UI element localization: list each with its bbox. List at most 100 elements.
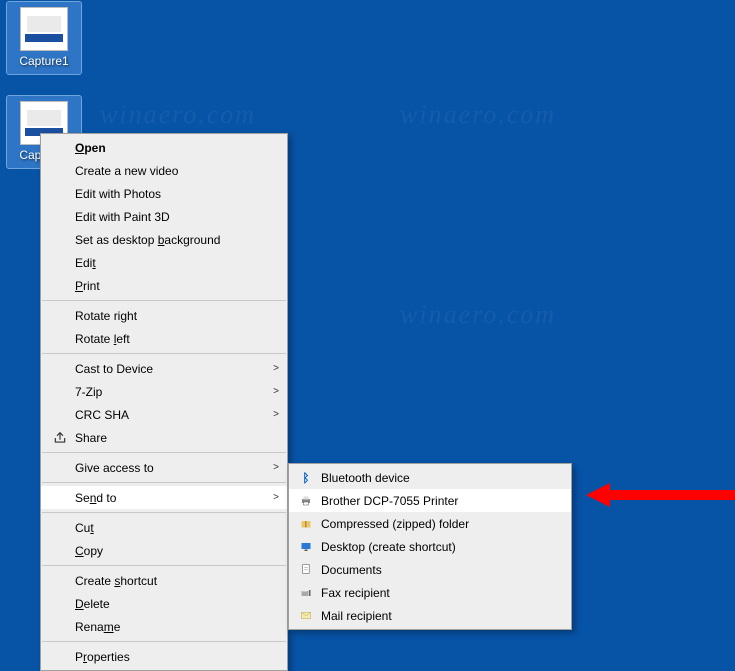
watermark: winaero.com <box>400 100 556 130</box>
annotation-arrow <box>586 483 735 507</box>
menu-item[interactable]: Give access to > <box>41 456 287 479</box>
submenu-arrow-icon: > <box>273 386 279 397</box>
menu-item-label: Open <box>71 141 267 155</box>
submenu-item[interactable]: Mail recipient <box>289 604 571 627</box>
submenu-arrow-icon: > <box>273 462 279 473</box>
menu-item-label: CRC SHA <box>71 408 267 422</box>
menu-item-label: Create a new video <box>71 164 267 178</box>
blank-icon <box>49 619 71 635</box>
submenu-item[interactable]: Desktop (create shortcut) <box>289 535 571 558</box>
blank-icon <box>49 573 71 589</box>
menu-item-label: Rotate right <box>71 309 267 323</box>
printer-icon <box>295 493 317 509</box>
menu-item-label: Set as desktop background <box>71 233 267 247</box>
menu-item-label: Copy <box>71 544 267 558</box>
submenu-item-label: Mail recipient <box>317 609 553 623</box>
blank-icon <box>49 460 71 476</box>
blank-icon <box>49 331 71 347</box>
blank-icon <box>49 543 71 559</box>
blank-icon <box>49 255 71 271</box>
menu-separator <box>42 512 286 513</box>
blank-icon <box>49 596 71 612</box>
fax-icon <box>295 585 317 601</box>
menu-item[interactable]: Delete <box>41 592 287 615</box>
submenu-item[interactable]: ᛒBluetooth device <box>289 466 571 489</box>
blank-icon <box>49 140 71 156</box>
menu-item-label: Rename <box>71 620 267 634</box>
menu-item-label: Give access to <box>71 461 267 475</box>
bluetooth-icon: ᛒ <box>295 470 317 486</box>
desktop-icon <box>295 539 317 555</box>
arrow-shaft <box>610 490 735 500</box>
menu-item[interactable]: Edit with Photos <box>41 182 287 205</box>
zip-icon <box>295 516 317 532</box>
docs-icon <box>295 562 317 578</box>
blank-icon <box>49 209 71 225</box>
menu-item[interactable]: Open <box>41 136 287 159</box>
menu-item[interactable]: Send to> <box>41 486 287 509</box>
submenu-item[interactable]: Compressed (zipped) folder <box>289 512 571 535</box>
blank-icon <box>49 490 71 506</box>
blank-icon <box>49 308 71 324</box>
menu-item[interactable]: Print <box>41 274 287 297</box>
menu-item-label: Create shortcut <box>71 574 267 588</box>
menu-item[interactable]: Set as desktop background <box>41 228 287 251</box>
menu-item[interactable]: Create a new video <box>41 159 287 182</box>
submenu-arrow-icon: > <box>273 363 279 374</box>
menu-item[interactable]: Copy <box>41 539 287 562</box>
image-thumbnail-icon <box>21 8 67 50</box>
menu-item[interactable]: Create shortcut <box>41 569 287 592</box>
menu-item-label: 7-Zip <box>71 385 267 399</box>
menu-item-label: Edit with Paint 3D <box>71 210 267 224</box>
submenu-item-label: Bluetooth device <box>317 471 553 485</box>
desktop-icon-capture1[interactable]: Capture1 <box>7 2 81 74</box>
menu-separator <box>42 482 286 483</box>
blank-icon <box>49 649 71 665</box>
blank-icon <box>49 520 71 536</box>
menu-item[interactable]: Cut <box>41 516 287 539</box>
submenu-item[interactable]: Documents <box>289 558 571 581</box>
menu-item[interactable]: Edit with Paint 3D <box>41 205 287 228</box>
menu-item[interactable]: 7-Zip > <box>41 380 287 403</box>
menu-separator <box>42 300 286 301</box>
menu-separator <box>42 353 286 354</box>
menu-separator <box>42 452 286 453</box>
menu-item-label: Edit <box>71 256 267 270</box>
menu-item[interactable]: Share <box>41 426 287 449</box>
mail-icon <box>295 608 317 624</box>
watermark: winaero.com <box>100 100 256 130</box>
submenu-arrow-icon: > <box>273 409 279 420</box>
blank-icon <box>49 384 71 400</box>
context-menu: Open Create a new video Edit with Photos Ed… <box>40 133 288 671</box>
menu-item[interactable]: Properties <box>41 645 287 668</box>
submenu-item-label: Fax recipient <box>317 586 553 600</box>
submenu-item-label: Brother DCP-7055 Printer <box>317 494 553 508</box>
menu-item[interactable]: Rename <box>41 615 287 638</box>
submenu-item-label: Desktop (create shortcut) <box>317 540 553 554</box>
menu-item-label: Properties <box>71 650 267 664</box>
menu-item-label: Delete <box>71 597 267 611</box>
submenu-item[interactable]: Brother DCP-7055 Printer <box>289 489 571 512</box>
menu-item-label: Cut <box>71 521 267 535</box>
blank-icon <box>49 163 71 179</box>
watermark: winaero.com <box>400 300 556 330</box>
submenu-item-label: Compressed (zipped) folder <box>317 517 553 531</box>
menu-item[interactable]: Rotate right <box>41 304 287 327</box>
menu-item[interactable]: Edit <box>41 251 287 274</box>
blank-icon <box>49 232 71 248</box>
menu-item[interactable]: Rotate left <box>41 327 287 350</box>
blank-icon <box>49 278 71 294</box>
menu-item-label: Send to <box>71 491 267 505</box>
blank-icon <box>49 186 71 202</box>
arrow-head-icon <box>586 483 610 507</box>
menu-item[interactable]: Cast to Device > <box>41 357 287 380</box>
menu-separator <box>42 565 286 566</box>
share-icon <box>49 430 71 446</box>
menu-item-label: Cast to Device <box>71 362 267 376</box>
menu-item[interactable]: CRC SHA > <box>41 403 287 426</box>
desktop-icon-label: Capture1 <box>7 54 81 68</box>
submenu-item-label: Documents <box>317 563 553 577</box>
blank-icon <box>49 407 71 423</box>
submenu-item[interactable]: Fax recipient <box>289 581 571 604</box>
menu-item-label: Edit with Photos <box>71 187 267 201</box>
